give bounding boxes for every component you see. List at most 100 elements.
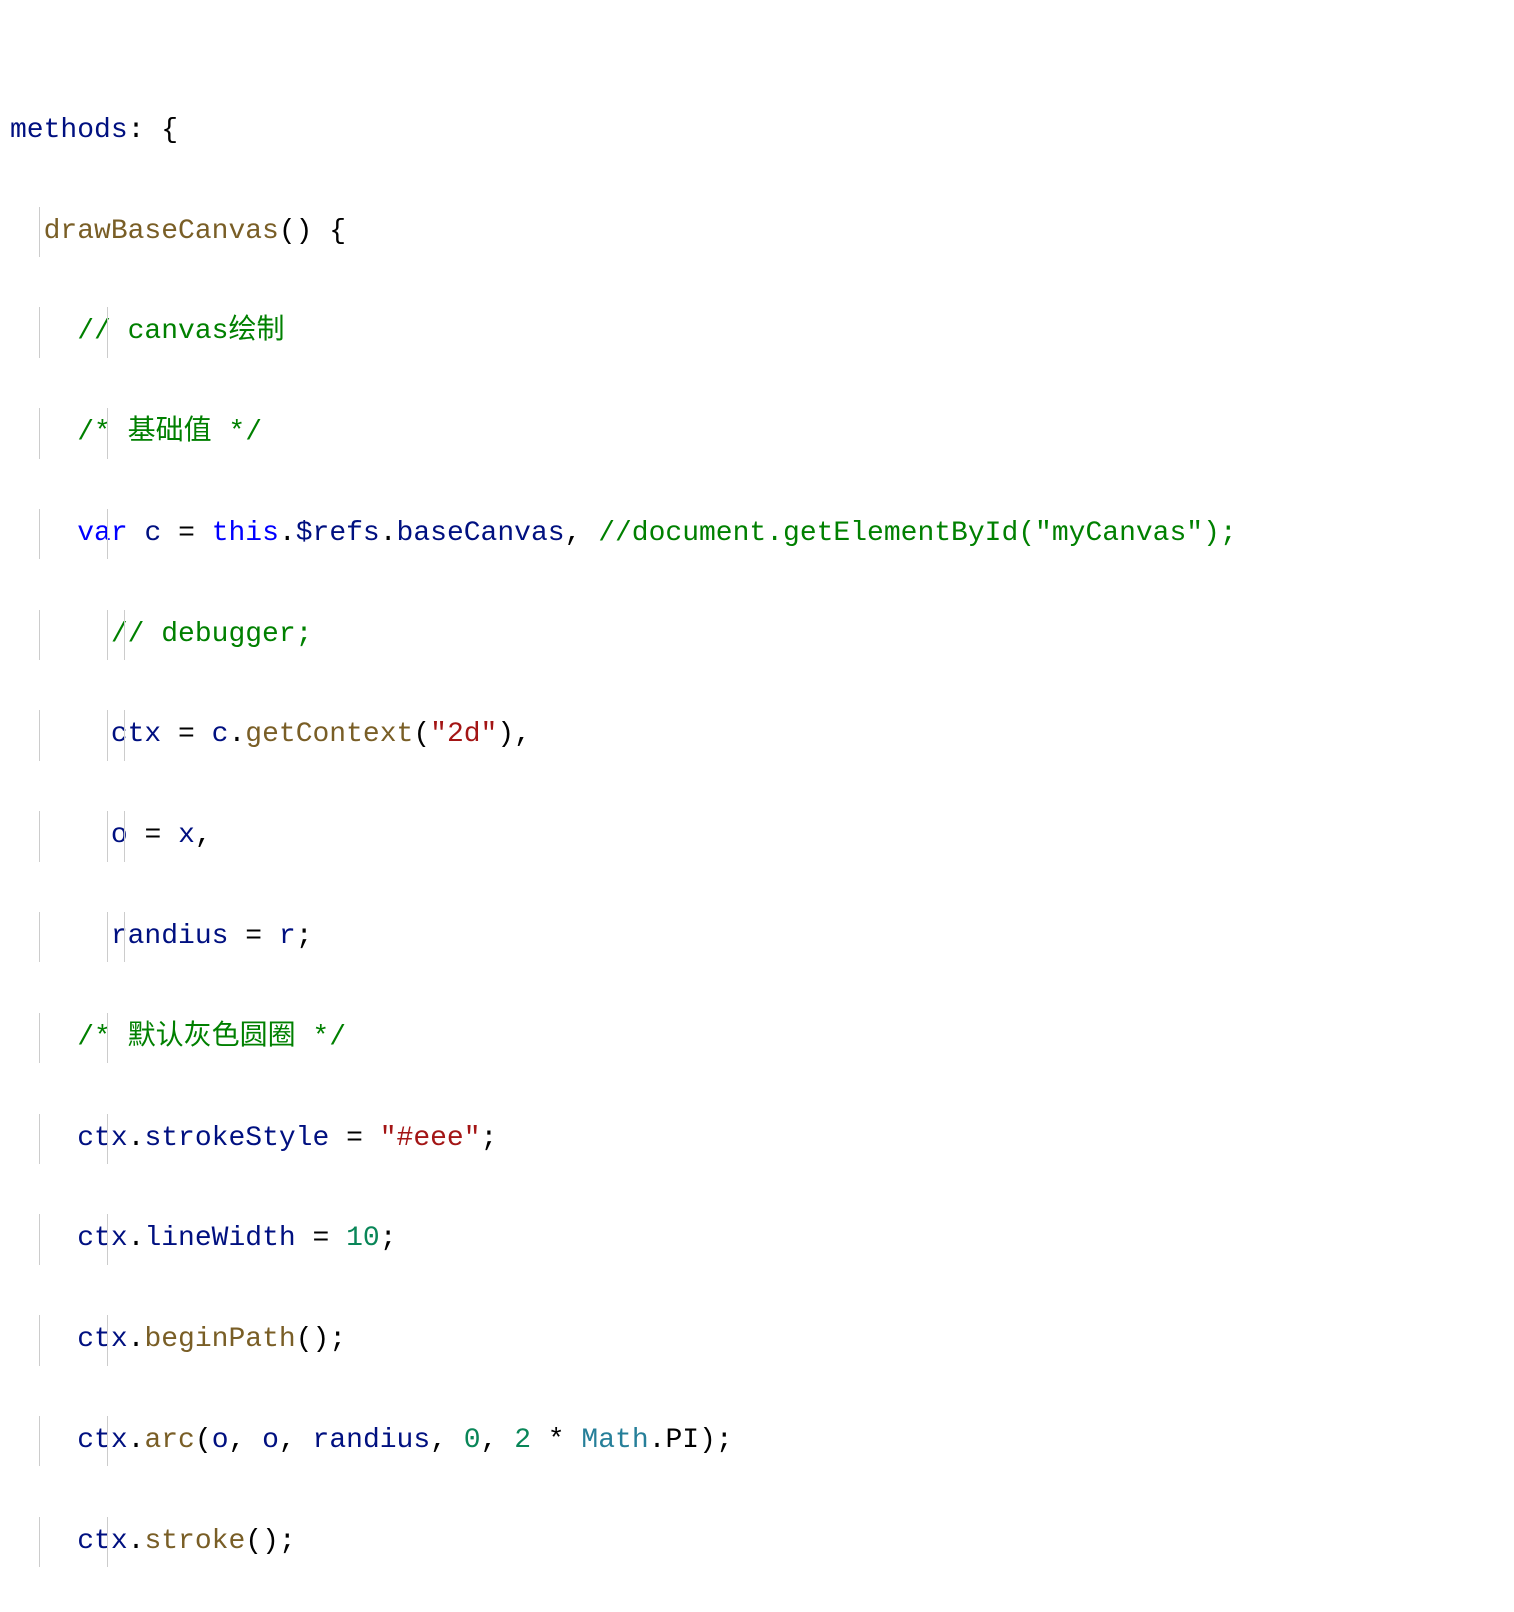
punctuation-token: ,	[481, 1425, 515, 1456]
indent-guide	[39, 1517, 40, 1567]
indent-guide	[39, 1416, 40, 1466]
punctuation-token: =	[128, 820, 178, 851]
space	[128, 518, 145, 549]
variable-token: c	[212, 719, 229, 750]
code-line: /* 基础值 */	[10, 408, 1504, 458]
indent	[10, 1123, 77, 1154]
punctuation-token: .	[128, 1123, 145, 1154]
class-token: Math	[581, 1425, 648, 1456]
punctuation-token: .	[128, 1324, 145, 1355]
keyword-token: var	[77, 518, 127, 549]
variable-token: o	[212, 1425, 229, 1456]
code-line: var c = this.$refs.baseCanvas, //documen…	[10, 509, 1504, 559]
indent-guide	[107, 1114, 108, 1164]
punctuation-token: ,	[195, 820, 212, 851]
indent-guide	[39, 912, 40, 962]
punctuation-token: {	[312, 216, 346, 247]
variable-token: ctx	[77, 1526, 127, 1557]
indent-guide	[107, 509, 108, 559]
punctuation-token: ()	[296, 1324, 330, 1355]
indent-guide	[107, 1315, 108, 1365]
punctuation-token: (	[195, 1425, 212, 1456]
method-token: getContext	[245, 719, 413, 750]
variable-token: randius	[111, 921, 229, 952]
indent-guide	[39, 811, 40, 861]
code-line: drawBaseCanvas() {	[10, 207, 1504, 257]
indent-guide	[124, 710, 125, 760]
variable-token: ctx	[111, 719, 161, 750]
indent	[10, 1324, 77, 1355]
code-line: ctx.arc(o, o, randius, 0, 2 * Math.PI);	[10, 1416, 1504, 1466]
punctuation-token: )	[699, 1425, 716, 1456]
property-token: $refs	[296, 518, 380, 549]
indent-guide	[107, 1013, 108, 1063]
indent	[10, 820, 111, 851]
indent-guide	[39, 610, 40, 660]
punctuation-token: .	[128, 1425, 145, 1456]
punctuation-token: ,	[514, 719, 531, 750]
code-line: ctx.beginPath();	[10, 1315, 1504, 1365]
punctuation-token: =	[329, 1123, 379, 1154]
punctuation-token: )	[497, 719, 514, 750]
property-token: methods	[10, 115, 128, 146]
indent-guide	[107, 1416, 108, 1466]
indent	[10, 619, 111, 650]
indent-guide	[107, 1517, 108, 1567]
indent-guide	[107, 811, 108, 861]
punctuation-token: .	[128, 1526, 145, 1557]
indent	[10, 417, 77, 448]
punctuation-token: =	[161, 719, 211, 750]
number-token: 10	[346, 1223, 380, 1254]
indent-guide	[107, 307, 108, 357]
punctuation-token: ;	[481, 1123, 498, 1154]
indent-guide	[39, 1214, 40, 1264]
variable-token: ctx	[77, 1223, 127, 1254]
code-editor[interactable]: methods: { drawBaseCanvas() { // canvas绘…	[10, 5, 1504, 1612]
punctuation-token: .	[279, 518, 296, 549]
code-line: randius = r;	[10, 912, 1504, 962]
property-token: PI	[665, 1425, 699, 1456]
indent-guide	[124, 811, 125, 861]
indent-guide	[107, 1214, 108, 1264]
punctuation-token: ;	[716, 1425, 733, 1456]
punctuation-token: ;	[279, 1526, 296, 1557]
variable-token: ctx	[77, 1324, 127, 1355]
code-line: ctx.stroke();	[10, 1517, 1504, 1567]
code-line: o = x,	[10, 811, 1504, 861]
variable-token: ctx	[77, 1425, 127, 1456]
punctuation-token: .	[228, 719, 245, 750]
indent-guide	[39, 1315, 40, 1365]
punctuation-token: =	[161, 518, 211, 549]
property-token: strokeStyle	[144, 1123, 329, 1154]
punctuation-token: ,	[565, 518, 599, 549]
punctuation-token: ;	[296, 921, 313, 952]
code-line: /* 默认灰色圆圈 */	[10, 1013, 1504, 1063]
indent	[10, 719, 111, 750]
variable-token: ctx	[77, 1123, 127, 1154]
comment-token: // canvas绘制	[77, 316, 284, 347]
method-token: drawBaseCanvas	[44, 216, 279, 247]
indent	[10, 1526, 77, 1557]
punctuation-token: =	[228, 921, 278, 952]
this-token: this	[212, 518, 279, 549]
variable-token: c	[144, 518, 161, 549]
property-token: lineWidth	[144, 1223, 295, 1254]
comment-token: /* 基础值 */	[77, 417, 262, 448]
indent-guide	[107, 710, 108, 760]
number-token: 0	[464, 1425, 481, 1456]
indent	[10, 921, 111, 952]
variable-token: o	[262, 1425, 279, 1456]
number-token: 2	[514, 1425, 531, 1456]
punctuation-token: {	[144, 115, 178, 146]
indent-guide	[39, 509, 40, 559]
indent	[10, 316, 77, 347]
punctuation-token: =	[296, 1223, 346, 1254]
indent-guide	[124, 912, 125, 962]
method-token: beginPath	[144, 1324, 295, 1355]
indent-guide	[107, 912, 108, 962]
indent-guide	[39, 1114, 40, 1164]
punctuation-token: (	[413, 719, 430, 750]
punctuation-token: :	[128, 115, 145, 146]
indent-guide	[107, 408, 108, 458]
indent	[10, 1022, 77, 1053]
